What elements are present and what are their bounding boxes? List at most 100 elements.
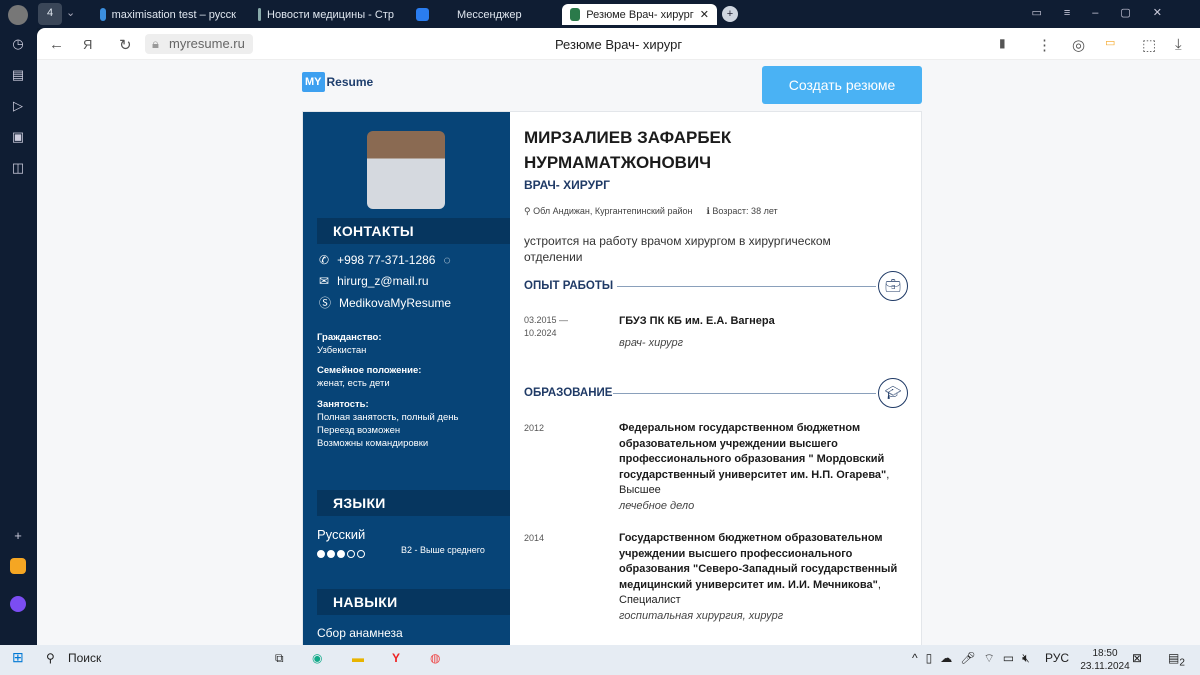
history-icon[interactable]: ◷: [10, 36, 26, 52]
close-icon[interactable]: ✕: [700, 8, 709, 21]
profile-avatar[interactable]: [8, 5, 28, 25]
browser-sidebar: ◷ ▤ ▷ ▣ ◫ +: [0, 28, 37, 645]
chevron-down-icon[interactable]: ⌄: [66, 6, 75, 19]
full-name: МИРЗАЛИЕВ ЗАФАРБЕК НУРМАМАТЖОНОВИЧ: [524, 125, 731, 175]
education-year: 2014: [524, 533, 545, 543]
employment-item: Полная занятость, полный день: [317, 412, 459, 423]
age: Возраст: 38 лет: [712, 206, 778, 216]
profile-photo: [367, 131, 445, 209]
education-org: Государственном бюджетном образовательно…: [619, 532, 898, 591]
divider: [617, 286, 876, 287]
education-spec: лечебное дело: [619, 499, 695, 512]
mail-icon: ✉: [319, 274, 330, 288]
experience-section-header: ОПЫТ РАБОТЫ 💼︎: [524, 271, 908, 301]
skill-item: Сбор анамнеза: [317, 626, 403, 640]
resume-card: КОНТАКТЫ ✆ +998 77-371-1286 ◌ ✉ hirurg_z@ma…: [302, 111, 922, 645]
name-line: НУРМАМАТЖОНОВИЧ: [524, 153, 712, 172]
graduation-cap-icon: 🎓︎: [878, 378, 908, 408]
experience-role: врач- хирург: [619, 336, 684, 349]
start-icon[interactable]: ⊞: [12, 649, 24, 666]
name-line: МИРЗАЛИЕВ ЗАФАРБЕК: [524, 128, 732, 147]
battery-icon[interactable]: ▭: [1105, 36, 1115, 49]
tab-messenger[interactable]: Мессенджер: [408, 4, 558, 25]
tabs-icon[interactable]: ▣: [10, 129, 26, 145]
email-text[interactable]: hirurg_z@mail.ru: [337, 274, 429, 288]
tab-maximisation[interactable]: maximisation test – русск: [92, 4, 244, 25]
education-heading: ОБРАЗОВАНИЕ: [524, 387, 613, 399]
logo-my: MY: [302, 72, 325, 92]
clock[interactable]: 18:50 23.11.2024: [1080, 647, 1130, 673]
language-indicator[interactable]: РУС: [1045, 651, 1069, 665]
family-value: женат, есть дети: [317, 378, 390, 389]
tab-group-button[interactable]: 4: [38, 3, 62, 25]
experience-heading: ОПЫТ РАБОТЫ: [524, 280, 614, 292]
screenshot-icon[interactable]: ◫: [10, 160, 26, 176]
new-tab-button[interactable]: +: [722, 6, 738, 22]
skype-icon: Ⓢ: [319, 296, 332, 310]
yandex-browser-icon[interactable]: Y: [392, 651, 400, 665]
skype-text[interactable]: MedikovaMyResume: [339, 296, 451, 310]
taskbar: ⊞ ⚲ Поиск ⧉ ◉ ▬ Y ◍ ^▯☁🎤︎⌔▭🔇︎ РУС 18:50 2…: [0, 645, 1200, 675]
page-content: MY Resume Создать резюме КОНТАКТЫ ✆ +998 7…: [37, 60, 1200, 645]
education-entry: Федеральном государственном бюджетном об…: [619, 421, 909, 514]
phone-icon: ✆: [319, 253, 330, 267]
tab-bar: 4 ⌄ maximisation test – русск Новости ме…: [0, 0, 1200, 28]
tab-label: Резюме Врач- хирург: [586, 8, 694, 21]
personal-meta: ⚲ Обл Андижан, Кургантепинский район ℹ Во…: [524, 206, 778, 217]
location-pin-icon: ⚲: [524, 206, 534, 216]
explorer-icon[interactable]: ▬: [352, 651, 364, 665]
language-name: Русский: [317, 527, 366, 542]
browser-window: ← Я ↻ 🔒︎ myresume.ru Резюме Врач- хирург …: [37, 28, 1200, 645]
phone-contact: ✆ +998 77-371-1286 ◌: [319, 253, 451, 267]
whatsapp-icon: ◌: [443, 253, 451, 267]
download-icon[interactable]: ⤓: [1175, 36, 1182, 53]
phone-text[interactable]: +998 77-371-1286: [337, 253, 435, 267]
app-icon[interactable]: ◍: [430, 651, 440, 665]
employment-item: Возможны командировки: [317, 438, 429, 449]
collections-icon[interactable]: ▤: [10, 67, 26, 83]
education-year: 2012: [524, 423, 545, 433]
site-icon: [570, 8, 581, 21]
employment-item: Переезд возможен: [317, 425, 401, 436]
add-icon[interactable]: +: [10, 528, 26, 544]
family-status: Семейное положение: женат, есть дети: [317, 364, 421, 390]
language-level: B2 - Выше среднего: [401, 545, 485, 555]
education-section-header: ОБРАЗОВАНИЕ 🎓︎: [524, 378, 908, 408]
mail-icon[interactable]: [10, 558, 26, 574]
create-resume-button[interactable]: Создать резюме: [762, 66, 922, 104]
alice-icon[interactable]: [10, 596, 26, 612]
search-icon[interactable]: ⚲: [46, 651, 55, 665]
education-spec: госпитальная хирургия, хирург: [619, 609, 784, 622]
divider: [613, 393, 876, 394]
protect-icon[interactable]: ◎: [1072, 36, 1085, 54]
window-controls[interactable]: ▭≡–▢✕: [1031, 6, 1184, 19]
page-title: Резюме Врач- хирург: [554, 37, 683, 52]
notification-count: 2: [1179, 657, 1185, 669]
language-level-dots: [317, 545, 367, 563]
address-bar: ← Я ↻ 🔒︎ myresume.ru Резюме Врач- хирург …: [37, 28, 1200, 60]
skills-heading: НАВЫКИ: [317, 589, 510, 615]
taskbar-search[interactable]: Поиск: [68, 651, 101, 665]
logo-text: Resume: [326, 75, 374, 89]
bookmark-icon[interactable]: ▮: [999, 36, 1006, 50]
menu-icon[interactable]: ⋮: [1037, 36, 1052, 54]
task-view-icon[interactable]: ⧉: [275, 651, 284, 666]
tab-label: maximisation test – русск: [111, 8, 236, 21]
citizenship-value: Узбекистан: [317, 345, 367, 356]
education-org: Федеральном государственном бюджетном об…: [619, 422, 887, 481]
skype-contact: Ⓢ MedikovaMyResume: [319, 294, 451, 311]
citizenship-label: Гражданство:: [317, 332, 382, 343]
desktop-icon[interactable]: ⊠: [1132, 651, 1142, 665]
video-icon[interactable]: ▷: [10, 98, 26, 114]
tab-news[interactable]: Новости медицины - Стр: [250, 4, 402, 25]
tab-resume[interactable]: Резюме Врач- хирург ✕: [562, 4, 717, 25]
edge-icon[interactable]: ◉: [312, 651, 322, 665]
education-entry: Государственном бюджетном образовательно…: [619, 531, 909, 624]
time: 18:50: [1092, 648, 1118, 659]
date: 23.11.2024: [1080, 661, 1130, 672]
site-logo[interactable]: MY Resume: [302, 72, 373, 92]
tray-icons[interactable]: ^▯☁🎤︎⌔▭🔇︎: [912, 651, 1038, 666]
extensions-icon[interactable]: ⬚: [1142, 36, 1156, 54]
notifications-icon[interactable]: ▤2: [1168, 651, 1185, 668]
location: Обл Андижан, Кургантепинский район: [533, 206, 693, 216]
